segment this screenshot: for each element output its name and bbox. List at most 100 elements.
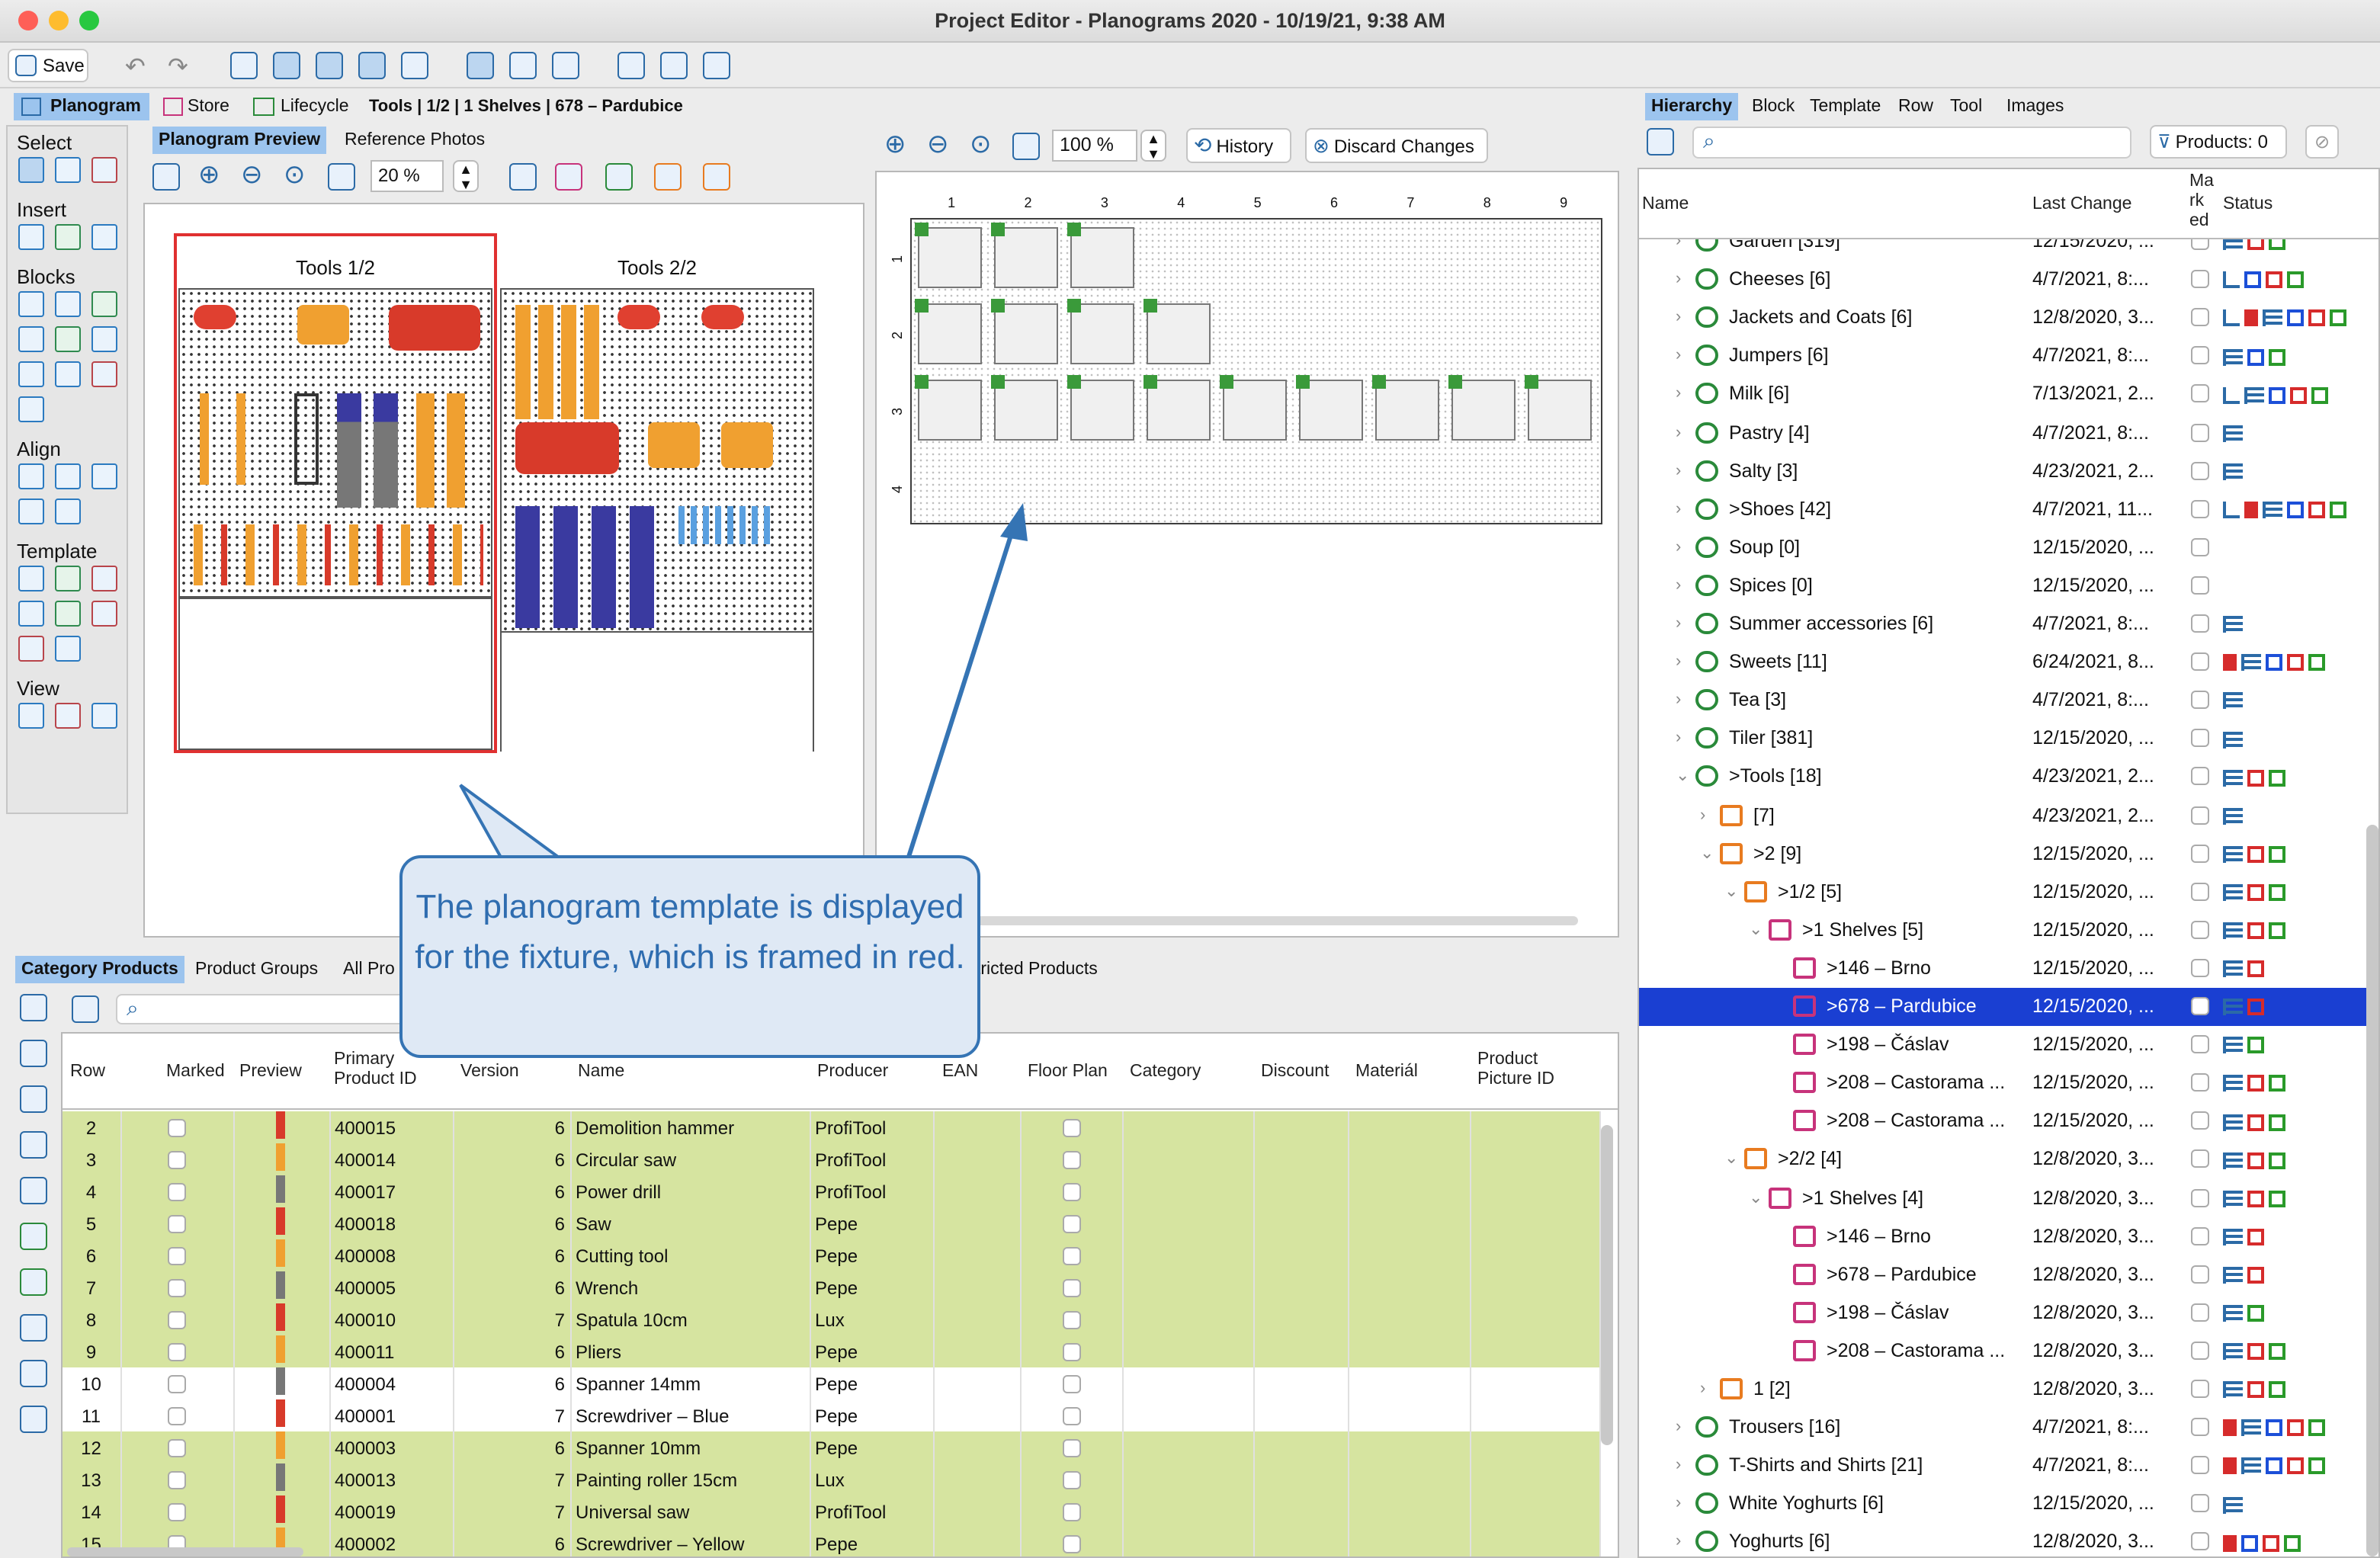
- marked-checkbox[interactable]: [2191, 575, 2209, 595]
- tree-row[interactable]: › 1 [2] 12/8/2020, 3...: [1639, 1370, 2368, 1409]
- marked-checkbox[interactable]: [2191, 499, 2209, 518]
- tab-product-groups[interactable]: Product Groups: [189, 956, 324, 983]
- row-checkbox[interactable]: [1062, 1407, 1080, 1426]
- tree-row[interactable]: › [7] 4/23/2021, 2...: [1639, 797, 2368, 835]
- tree-row[interactable]: › >Shoes [42] 4/7/2021, 11...: [1639, 490, 2368, 528]
- col-floor-plan[interactable]: Floor Plan: [1028, 1063, 1108, 1082]
- tree-row[interactable]: › Pastry [4] 4/7/2021, 8:...: [1639, 414, 2368, 452]
- tree-row[interactable]: ⌄ >Tools [18] 4/23/2021, 2...: [1639, 758, 2368, 797]
- col-row[interactable]: Row: [70, 1063, 105, 1082]
- col-product-picture-id[interactable]: Product Picture ID: [1477, 1050, 1584, 1090]
- chevron-down-icon[interactable]: ⌄: [1724, 1141, 1738, 1179]
- document-icon[interactable]: [20, 1177, 47, 1204]
- table-row[interactable]: 4 400017 6 Power drill ProfiTool: [63, 1175, 1600, 1207]
- chevron-down-icon[interactable]: ⌄: [1676, 758, 1689, 797]
- excel-icon[interactable]: [20, 1223, 47, 1250]
- row-checkbox[interactable]: [168, 1375, 186, 1394]
- tree-row[interactable]: › Trousers [16] 4/7/2021, 8:...: [1639, 1409, 2368, 1447]
- chevron-right-icon[interactable]: ›: [1676, 338, 1681, 376]
- tree-row[interactable]: › White Yoghurts [6] 12/15/2020, ...: [1639, 1486, 2368, 1524]
- chevron-right-icon[interactable]: ›: [1676, 239, 1681, 261]
- tab-block[interactable]: Block: [1746, 93, 1801, 120]
- marked-checkbox[interactable]: [2191, 806, 2209, 824]
- marked-checkbox[interactable]: [2191, 1456, 2209, 1475]
- col-status[interactable]: Status: [2223, 195, 2273, 215]
- col-material[interactable]: Materiál: [1355, 1063, 1418, 1082]
- marked-checkbox[interactable]: [2191, 423, 2209, 441]
- tree-row[interactable]: ⌄ >1 Shelves [5] 12/15/2020, ...: [1639, 912, 2368, 950]
- row-checkbox[interactable]: [1062, 1279, 1080, 1298]
- marked-checkbox[interactable]: [2191, 1073, 2209, 1092]
- chevron-right-icon[interactable]: ›: [1700, 1370, 1705, 1409]
- marked-checkbox[interactable]: [2191, 844, 2209, 863]
- col-name[interactable]: Name: [578, 1063, 624, 1082]
- col-preview[interactable]: Preview: [239, 1063, 302, 1082]
- chevron-right-icon[interactable]: ›: [1676, 720, 1681, 758]
- excel-export-icon[interactable]: [20, 1268, 47, 1296]
- tree-row[interactable]: >678 – Pardubice 12/15/2020, ...: [1639, 988, 2368, 1026]
- chevron-right-icon[interactable]: ›: [1676, 452, 1681, 490]
- chevron-right-icon[interactable]: ›: [1676, 643, 1681, 681]
- clear-filter-icon[interactable]: ⊘: [2305, 125, 2339, 159]
- hierarchy-settings-icon[interactable]: [1647, 128, 1674, 155]
- row-checkbox[interactable]: [168, 1151, 186, 1170]
- marked-checkbox[interactable]: [2191, 346, 2209, 365]
- tree-row[interactable]: › Yoghurts [6] 12/8/2020, 3...: [1639, 1524, 2368, 1556]
- table-row[interactable]: 12 400003 6 Spanner 10mm Pepe: [63, 1431, 1600, 1463]
- copy-icon[interactable]: [20, 1040, 47, 1067]
- tree-row[interactable]: › Tea [3] 4/7/2021, 8:...: [1639, 681, 2368, 720]
- row-checkbox[interactable]: [168, 1279, 186, 1298]
- marked-checkbox[interactable]: [2191, 1418, 2209, 1437]
- col-name[interactable]: Name: [1642, 195, 1689, 215]
- table-row[interactable]: 8 400010 7 Spatula 10cm Lux: [63, 1303, 1600, 1335]
- row-checkbox[interactable]: [1062, 1503, 1080, 1522]
- marked-checkbox[interactable]: [2191, 308, 2209, 327]
- products-filter-button[interactable]: ⊽ Products: 0: [2150, 125, 2287, 159]
- row-checkbox[interactable]: [168, 1471, 186, 1490]
- table-settings-icon[interactable]: [72, 995, 99, 1023]
- tab-images[interactable]: Images: [2000, 93, 2070, 120]
- tab-restricted-products[interactable]: tricted Products: [970, 956, 1104, 983]
- tree-row[interactable]: › Jackets and Coats [6] 12/8/2020, 3...: [1639, 299, 2368, 337]
- tree-row[interactable]: › Tiler [381] 12/15/2020, ...: [1639, 720, 2368, 758]
- marked-checkbox[interactable]: [2191, 384, 2209, 403]
- chevron-right-icon[interactable]: ›: [1676, 567, 1681, 605]
- csv-icon[interactable]: [20, 1314, 47, 1342]
- chevron-down-icon[interactable]: ⌄: [1700, 835, 1714, 873]
- col-ean[interactable]: EAN: [942, 1063, 978, 1082]
- table-horizontal-scrollbar[interactable]: [67, 1547, 303, 1556]
- chevron-right-icon[interactable]: ›: [1676, 1447, 1681, 1485]
- pointer-icon[interactable]: [20, 1131, 47, 1159]
- tab-row[interactable]: Row: [1892, 93, 1939, 120]
- chevron-down-icon[interactable]: ⌄: [1749, 1179, 1763, 1217]
- tree-row[interactable]: › Cheeses [6] 4/7/2021, 8:...: [1639, 261, 2368, 299]
- row-checkbox[interactable]: [1062, 1119, 1080, 1138]
- chevron-right-icon[interactable]: ›: [1676, 529, 1681, 567]
- col-marked[interactable]: Marked: [166, 1063, 225, 1082]
- tree-row[interactable]: >146 – Brno 12/15/2020, ...: [1639, 950, 2368, 988]
- tab-hierarchy[interactable]: Hierarchy: [1645, 93, 1739, 120]
- tree-row[interactable]: >208 – Castorama ... 12/15/2020, ...: [1639, 1064, 2368, 1102]
- chevron-right-icon[interactable]: ›: [1676, 299, 1681, 337]
- tab-category-products[interactable]: Category Products: [15, 956, 184, 983]
- row-checkbox[interactable]: [168, 1503, 186, 1522]
- row-checkbox[interactable]: [168, 1215, 186, 1234]
- row-checkbox[interactable]: [1062, 1151, 1080, 1170]
- bar-chart-icon[interactable]: [20, 1406, 47, 1433]
- table-row[interactable]: 3 400014 6 Circular saw ProfiTool: [63, 1143, 1600, 1175]
- chevron-right-icon[interactable]: ›: [1676, 1486, 1681, 1524]
- col-discount[interactable]: Discount: [1261, 1063, 1330, 1082]
- col-producer[interactable]: Producer: [817, 1063, 888, 1082]
- marked-checkbox[interactable]: [2191, 691, 2209, 710]
- tree-row[interactable]: › Summer accessories [6] 4/7/2021, 8:...: [1639, 605, 2368, 643]
- tree-row[interactable]: › Soup [0] 12/15/2020, ...: [1639, 529, 2368, 567]
- col-marked[interactable]: Ma rk ed: [2189, 172, 2214, 232]
- marked-checkbox[interactable]: [2191, 729, 2209, 748]
- marked-checkbox[interactable]: [2191, 1226, 2209, 1245]
- marked-checkbox[interactable]: [2191, 1532, 2209, 1551]
- marked-checkbox[interactable]: [2191, 767, 2209, 786]
- chevron-right-icon[interactable]: ›: [1676, 490, 1681, 528]
- table-row[interactable]: 11 400001 7 Screwdriver – Blue Pepe: [63, 1399, 1600, 1431]
- tree-row[interactable]: >208 – Castorama ... 12/15/2020, ...: [1639, 1103, 2368, 1141]
- row-checkbox[interactable]: [1062, 1343, 1080, 1362]
